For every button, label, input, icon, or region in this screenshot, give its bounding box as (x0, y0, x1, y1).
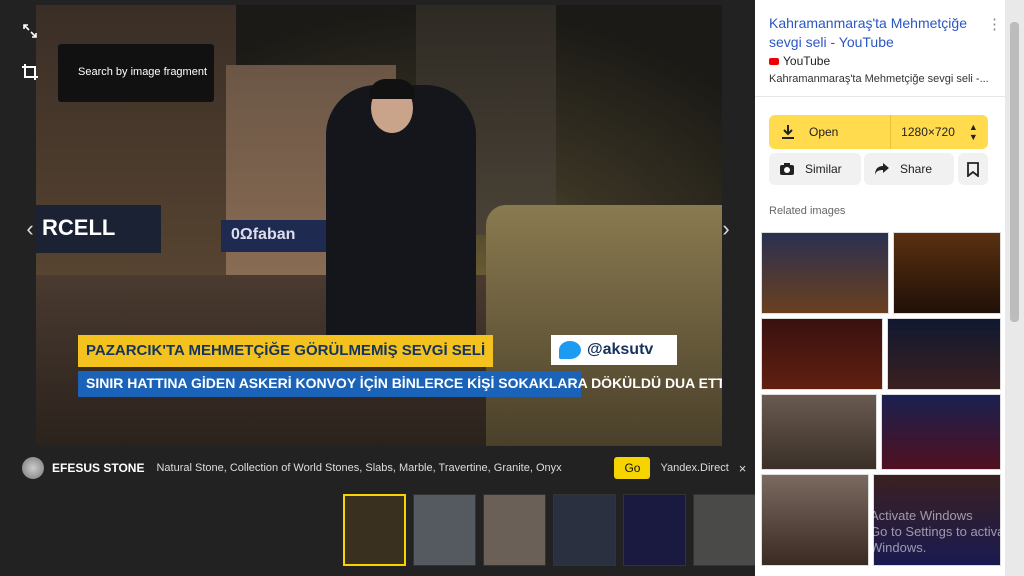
thumbnail[interactable] (693, 494, 756, 566)
related-image[interactable] (761, 318, 883, 390)
watermark-line-2: Go to Settings to activate Windows. (870, 524, 1016, 555)
scrollbar-thumb[interactable] (1010, 22, 1019, 322)
similar-button[interactable]: Similar (769, 153, 861, 185)
related-image[interactable] (881, 394, 1001, 470)
related-image[interactable] (761, 232, 889, 314)
windows-activation-watermark: Activate Windows Go to Settings to activ… (870, 508, 1024, 556)
camera-icon (780, 163, 794, 175)
prev-arrow-icon[interactable]: ‹ (18, 216, 42, 242)
result-title-link[interactable]: Kahramanmaraş'ta Mehmetçiğe sevgi seli -… (769, 14, 979, 52)
bookmark-icon (967, 161, 979, 177)
similar-label: Similar (805, 162, 842, 176)
ad-source[interactable]: Yandex.Direct (660, 462, 728, 474)
watermark-line-1: Activate Windows (870, 508, 973, 523)
armored-vehicle (486, 205, 722, 446)
share-button[interactable]: Share (864, 153, 954, 185)
related-image[interactable] (761, 394, 877, 470)
open-button-group: Open 1280×720 ▲ ▼ (769, 115, 988, 149)
man-hat (369, 79, 415, 99)
bookmark-button[interactable] (958, 153, 988, 185)
resolution-value: 1280×720 (901, 125, 955, 139)
crop-icon[interactable] (14, 56, 46, 88)
twitter-handle: @aksutv (587, 341, 654, 358)
next-arrow-icon[interactable]: › (714, 216, 738, 242)
thumbnail[interactable] (343, 494, 406, 566)
result-snippet: Kahramanmaraş'ta Mehmetçiğe sevgi seli -… (769, 73, 989, 85)
source-site[interactable]: YouTube (769, 54, 830, 68)
store-sign-left: RCELL (36, 205, 161, 253)
thumbnail[interactable] (553, 494, 616, 566)
thumbnail[interactable] (483, 494, 546, 566)
open-button[interactable]: Open (769, 115, 891, 149)
related-image[interactable] (893, 232, 1001, 314)
related-images-heading: Related images (769, 205, 846, 217)
sidebar-scrollbar[interactable] (1005, 0, 1024, 576)
download-icon (782, 125, 794, 139)
news-caption-subline: SINIR HATTINA GİDEN ASKERİ KONVOY İÇİN B… (78, 371, 722, 397)
youtube-icon (769, 57, 779, 65)
info-sidebar: Kahramanmaraş'ta Mehmetçiğe sevgi seli -… (755, 0, 1005, 576)
thumbnail[interactable] (623, 494, 686, 566)
related-image[interactable] (887, 318, 1001, 390)
open-label: Open (809, 125, 839, 139)
share-label: Share (900, 162, 933, 176)
expand-icon[interactable] (14, 15, 46, 47)
ad-description: Natural Stone, Collection of World Stone… (156, 462, 562, 474)
image-viewer: RCELL 0Ωfaban PAZARCIK'TA MEHMETÇİĞE GÖR… (0, 0, 756, 576)
divider (755, 96, 1005, 97)
ad-bar: EFESUS STONE Natural Stone, Collection o… (0, 448, 755, 488)
twitter-badge: @aksutv (551, 335, 677, 365)
share-arrow-icon (875, 163, 889, 175)
ad-brand[interactable]: EFESUS STONE (52, 461, 144, 475)
sort-arrows-icon: ▲ ▼ (968, 122, 978, 142)
twitter-bird-icon (559, 341, 581, 359)
tooltip: Search by image fragment (58, 44, 214, 102)
thumbnail-strip (343, 494, 756, 566)
ad-go-button[interactable]: Go (614, 457, 651, 479)
more-options-icon[interactable]: ⋮ (987, 15, 1002, 33)
thumbnail[interactable] (413, 494, 476, 566)
source-name: YouTube (783, 54, 831, 68)
ad-close-icon[interactable]: × (739, 461, 747, 476)
news-caption-headline: PAZARCIK'TA MEHMETÇİĞE GÖRÜLMEMİŞ SEVGİ … (78, 335, 494, 367)
related-image[interactable] (761, 474, 869, 566)
ad-logo (22, 457, 44, 479)
resolution-select[interactable]: 1280×720 ▲ ▼ (891, 122, 988, 142)
